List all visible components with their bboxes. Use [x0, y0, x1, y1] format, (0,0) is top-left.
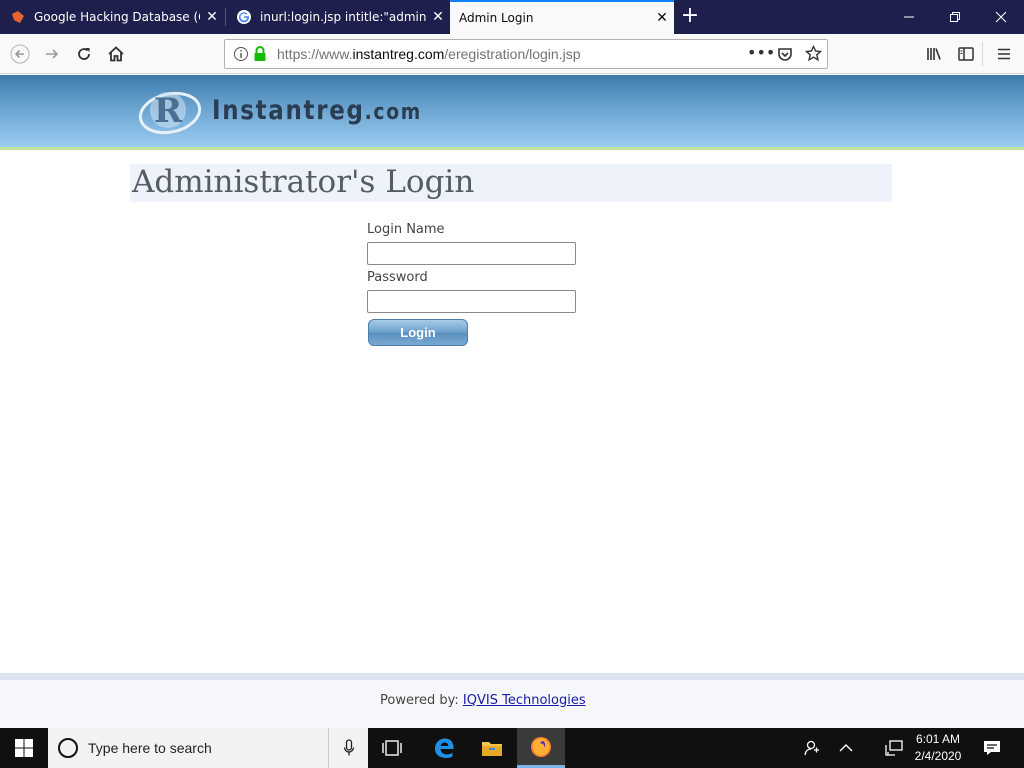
exploit-db-icon: [10, 9, 26, 25]
logo-mark-letter: R: [154, 91, 183, 131]
page-title: Administrator's Login: [132, 164, 475, 200]
close-tab-icon[interactable]: ✕: [200, 9, 224, 25]
instantreg-logo-icon: R: [138, 91, 202, 135]
home-icon[interactable]: [102, 40, 130, 68]
firefox-icon[interactable]: [517, 728, 565, 768]
clock-date: 2/4/2020: [914, 749, 962, 763]
search-placeholder: Type here to search: [88, 740, 212, 756]
library-icon[interactable]: [920, 40, 948, 68]
tab-google-search[interactable]: inurl:login.jsp intitle:"admin" - Google…: [226, 0, 450, 34]
password-input[interactable]: [367, 290, 576, 313]
clock-time: 6:01 AM: [915, 732, 961, 746]
pocket-icon[interactable]: [777, 46, 793, 66]
menu-icon[interactable]: [990, 40, 1018, 68]
footer-link[interactable]: IQVIS Technologies: [463, 693, 586, 708]
file-explorer-icon[interactable]: [468, 728, 516, 768]
address-bar[interactable]: https://www.instantreg.com/eregistration…: [224, 39, 828, 69]
windows-start-icon[interactable]: [0, 728, 48, 768]
close-tab-icon[interactable]: ✕: [650, 10, 674, 26]
login-name-label: Login Name: [367, 222, 445, 237]
banner-divider: [0, 147, 1024, 150]
footer-credit: Powered by: IQVIS Technologies: [380, 693, 586, 708]
login-name-input[interactable]: [367, 242, 576, 265]
notifications-icon[interactable]: [972, 728, 1012, 768]
google-icon: [236, 9, 252, 25]
back-icon[interactable]: [6, 40, 34, 68]
lock-icon[interactable]: [253, 46, 267, 66]
microphone-icon[interactable]: [328, 728, 368, 768]
footer-prefix: Powered by:: [380, 693, 459, 708]
windows-taskbar: Type here to search 6:01 AM 2/4/2020: [0, 728, 1024, 768]
close-window-icon[interactable]: [978, 0, 1024, 34]
edge-browser-icon[interactable]: [420, 728, 468, 768]
url-text: https://www.instantreg.com/eregistration…: [277, 46, 581, 62]
minimize-icon[interactable]: [886, 0, 932, 34]
system-clock[interactable]: 6:01 AM 2/4/2020: [904, 731, 972, 765]
tab-title: Admin Login: [459, 11, 534, 25]
tab-google-hacking-database[interactable]: Google Hacking Database (GHDB) ✕: [0, 0, 224, 34]
task-view-icon[interactable]: [368, 728, 416, 768]
close-tab-icon[interactable]: ✕: [426, 9, 450, 25]
show-hidden-icons-chevron-icon[interactable]: [824, 728, 868, 768]
footer-band: [0, 673, 1024, 680]
info-icon[interactable]: [233, 46, 249, 66]
sidebar-icon[interactable]: [952, 40, 980, 68]
tab-title: inurl:login.jsp intitle:"admin" - Google…: [260, 10, 426, 24]
site-logo-text: Instantreg.com: [212, 95, 422, 126]
login-button[interactable]: Login: [368, 319, 468, 346]
restore-icon[interactable]: [932, 0, 978, 34]
password-label: Password: [367, 270, 428, 285]
page-actions-icon[interactable]: •••: [747, 43, 775, 62]
bookmark-star-icon[interactable]: [804, 44, 823, 66]
tab-title: Google Hacking Database (GHDB): [34, 10, 200, 24]
cortana-icon: [58, 738, 78, 758]
navigation-toolbar: https://www.instantreg.com/eregistration…: [0, 34, 1024, 74]
forward-icon[interactable]: [38, 40, 66, 68]
new-tab-icon[interactable]: +: [678, 5, 702, 29]
taskbar-search-box[interactable]: Type here to search: [48, 728, 368, 768]
heading-box: Administrator's Login: [130, 164, 892, 202]
toolbar-separator: [982, 42, 983, 66]
tab-admin-login[interactable]: Admin Login ✕: [450, 0, 674, 34]
reload-icon[interactable]: [70, 40, 98, 68]
browser-tab-bar: Google Hacking Database (GHDB) ✕ inurl:l…: [0, 0, 1024, 34]
